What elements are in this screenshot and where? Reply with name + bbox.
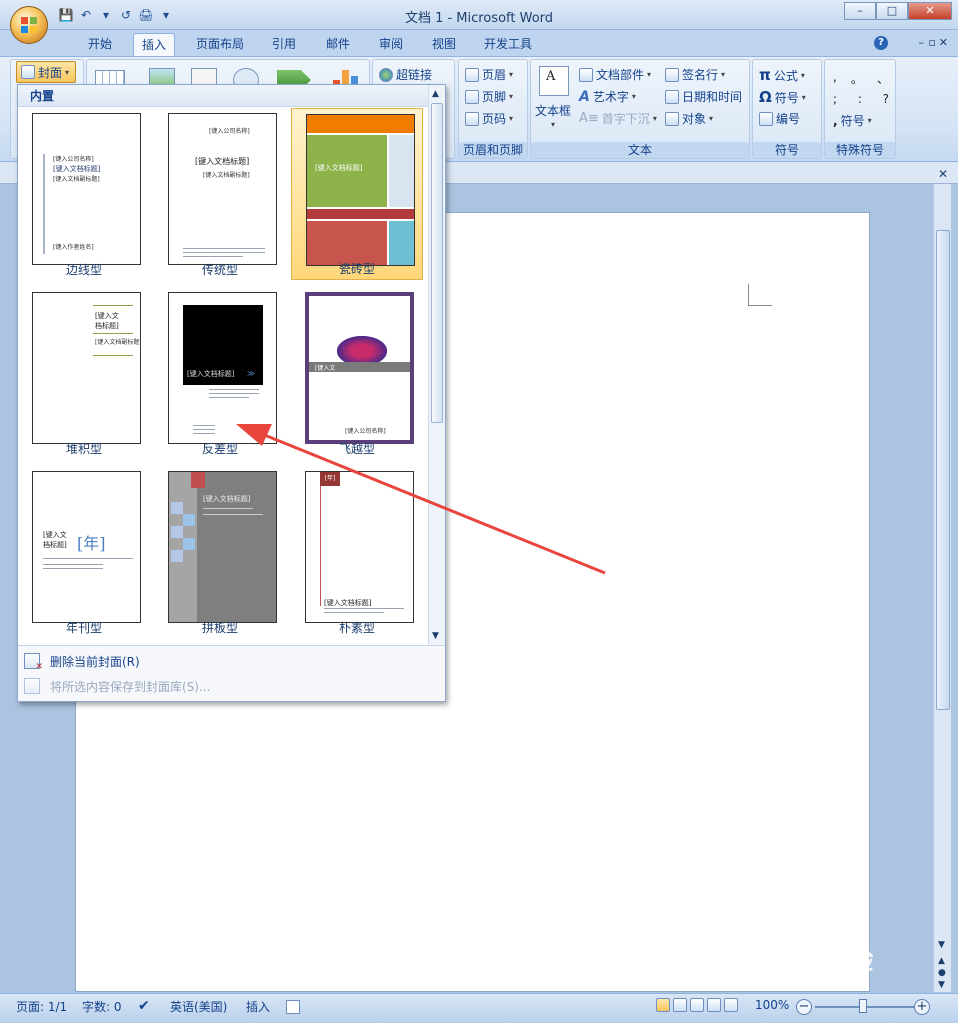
annotation-arrow <box>236 424 606 575</box>
